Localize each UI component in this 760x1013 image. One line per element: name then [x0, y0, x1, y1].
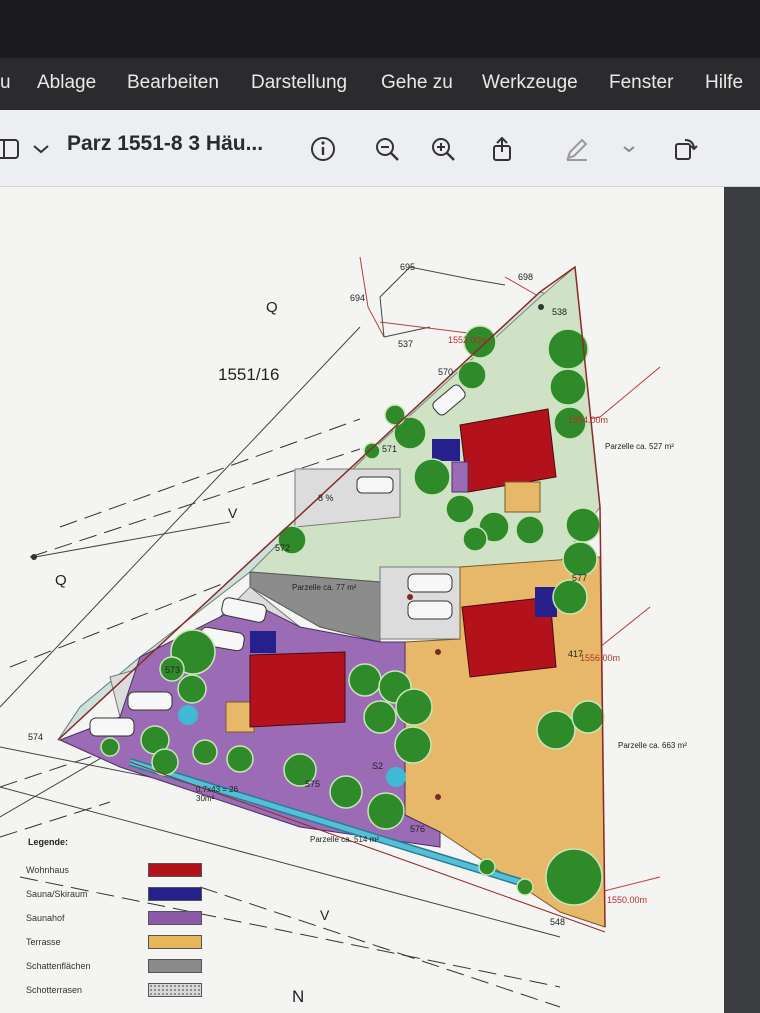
mark-574: 574: [28, 732, 44, 742]
zoom-in-icon[interactable]: [428, 134, 458, 164]
legend-label: Sauna/Skiraum: [26, 889, 88, 899]
right-dark-gutter: [724, 187, 760, 1013]
north-compass-label: N: [292, 987, 305, 1006]
legend-item-terrasse: Terrasse: [26, 935, 226, 955]
channel-area-label: 0,7x43 = 26 30m²: [196, 785, 239, 803]
parcel-area-527: Parzelle ca. 527 m²: [605, 442, 674, 451]
legend-item-schattenflaechen: Schattenflächen: [26, 959, 226, 979]
legend-swatch: [148, 863, 202, 877]
menu-item-darstellung[interactable]: Darstellung: [251, 72, 347, 94]
menu-item-bearbeiten[interactable]: Bearbeiten: [127, 72, 219, 94]
zone-letter-v-middle: V: [228, 505, 238, 521]
app-menubar: u Ablage Bearbeiten Darstellung Gehe zu …: [0, 58, 760, 114]
slope-label: 8 %: [318, 493, 334, 503]
s2-label: S2: [372, 761, 384, 771]
zoom-out-icon[interactable]: [372, 134, 402, 164]
mark-548: 548: [550, 917, 566, 927]
zone-letter-q-left: Q: [55, 572, 67, 589]
parcel-area-514: Parzelle ca. 514 m²: [310, 835, 379, 844]
mark-698: 698: [518, 272, 534, 282]
zone-letter-q-top: Q: [266, 299, 278, 316]
parcel-area-77: Parzelle ca. 77 m²: [292, 583, 357, 592]
mark-695: 695: [400, 262, 416, 272]
legend-label: Schotterrasen: [26, 985, 83, 995]
parcel-area-663: Parzelle ca. 663 m²: [618, 741, 687, 750]
mark-694: 694: [350, 293, 366, 303]
mark-537: 537: [398, 339, 414, 349]
legend-label: Saunahof: [26, 913, 65, 923]
sidebar-icon[interactable]: [0, 134, 22, 164]
parcel-number-label: 1551/16: [218, 365, 280, 384]
legend-label: Wohnhaus: [26, 865, 69, 875]
menu-item-ablage[interactable]: Ablage: [37, 72, 96, 94]
mark-572: 572: [275, 543, 291, 553]
share-icon[interactable]: [487, 134, 517, 164]
legend-swatch: [148, 887, 202, 901]
markup-pen-icon[interactable]: [562, 134, 592, 164]
legend-swatch: [148, 935, 202, 949]
mark-575: 575: [305, 779, 321, 789]
legend-item-saunahof: Saunahof: [26, 911, 226, 931]
document-view[interactable]: 1551/16 Q Q V V 694 695 698 537 538 570 …: [0, 187, 760, 1013]
menu-item-werkzeuge[interactable]: Werkzeuge: [482, 72, 578, 94]
mark-577: 577: [572, 573, 588, 583]
legend-item-sauna: Sauna/Skiraum: [26, 887, 226, 907]
menu-item-partial[interactable]: u: [0, 72, 11, 94]
elevation-1554: 1554.00m: [568, 415, 609, 425]
mark-571: 571: [382, 444, 398, 454]
mark-538: 538: [552, 307, 568, 317]
mark-570: 570: [438, 367, 454, 377]
document-title: Parz 1551-8 3 Häu...: [67, 132, 264, 155]
document-toolbar: Parz 1551-8 3 Häu...: [0, 110, 760, 187]
legend-title: Legende:: [28, 837, 69, 847]
chevron-down-icon[interactable]: [26, 134, 56, 164]
elevation-1552: 1552.00m: [448, 335, 489, 345]
markup-chevron-down-icon[interactable]: [614, 134, 644, 164]
legend-swatch: [148, 959, 202, 973]
mark-417: 417: [568, 649, 584, 659]
elevation-1550: 1550.00m: [607, 895, 648, 905]
menu-item-gehe-zu[interactable]: Gehe zu: [381, 72, 453, 94]
legend-swatch: [148, 983, 202, 997]
menu-item-fenster[interactable]: Fenster: [609, 72, 673, 94]
elevation-1556: 1556.00m: [580, 653, 621, 663]
mark-576: 576: [410, 824, 426, 834]
info-icon[interactable]: [308, 134, 338, 164]
legend-item-schotterrasen: Schotterrasen: [26, 983, 226, 1003]
legend-item-wohnhaus: Wohnhaus: [26, 863, 226, 883]
pdf-page: 1551/16 Q Q V V 694 695 698 537 538 570 …: [0, 187, 724, 1013]
legend-swatch: [148, 911, 202, 925]
legend-label: Schattenflächen: [26, 961, 91, 971]
rotate-icon[interactable]: [671, 134, 701, 164]
zone-letter-v-bottom: V: [320, 907, 330, 923]
mark-573: 573: [165, 665, 181, 675]
menu-item-hilfe[interactable]: Hilfe: [705, 72, 743, 94]
legend-label: Terrasse: [26, 937, 61, 947]
